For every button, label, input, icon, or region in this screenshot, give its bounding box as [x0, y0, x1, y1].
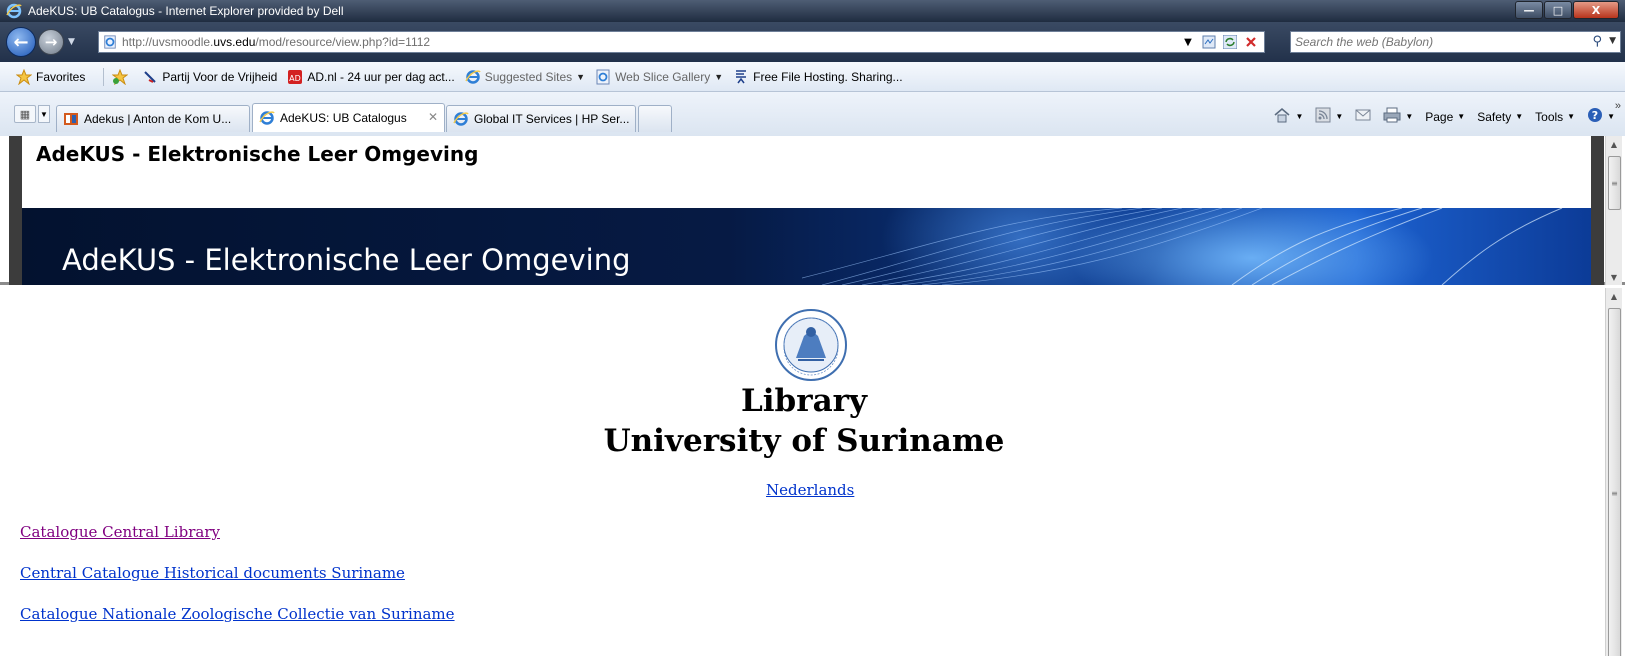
home-button[interactable]: ▼: [1273, 107, 1303, 126]
rss-feed-icon: [1315, 107, 1331, 126]
favorite-link-ad[interactable]: AD AD.nl - 24 uur per dag act...: [287, 69, 455, 85]
page-icon: [102, 34, 118, 50]
compatibility-view-icon[interactable]: [1200, 34, 1218, 50]
chevron-down-icon: ▼: [1295, 112, 1304, 121]
svg-text:AD: AD: [289, 74, 301, 83]
scroll-thumb[interactable]: ≡: [1608, 308, 1621, 656]
toolbar-separator: [103, 67, 105, 86]
new-tab-button[interactable]: [638, 105, 672, 132]
printer-icon: [1383, 107, 1401, 126]
forward-button[interactable]: →: [38, 29, 64, 55]
search-icon[interactable]: ⚲: [1592, 34, 1602, 49]
feeds-button[interactable]: ▼: [1315, 107, 1343, 126]
pvv-icon: [142, 69, 158, 85]
banner-title: AdeKUS - Elektronische Leer Omgeving: [62, 243, 631, 277]
chevron-down-icon: ▼: [576, 71, 586, 82]
url-text: http://uvsmoodle.uvs.edu/mod/resource/vi…: [122, 35, 431, 49]
library-title: Library: [740, 383, 867, 419]
link-catalogue-zoologische-collectie[interactable]: Catalogue Nationale Zoologische Collecti…: [20, 605, 455, 623]
language-link-nederlands[interactable]: Nederlands: [766, 481, 854, 499]
safety-menu-button[interactable]: Safety ▼: [1477, 110, 1523, 124]
help-icon: ?: [1587, 107, 1603, 126]
window-controls: — □ X: [1515, 1, 1619, 19]
site-heading: AdeKUS - Elektronische Leer Omgeving: [36, 142, 479, 166]
add-favorite-icon: [112, 68, 129, 85]
link-catalogue-central-library[interactable]: Catalogue Central Library: [20, 523, 220, 541]
chevron-down-icon: ▼: [1405, 112, 1414, 121]
close-tab-icon[interactable]: ✕: [428, 110, 438, 124]
top-frame: AdeKUS - Elektronische Leer Omgeving Ade…: [0, 136, 1625, 285]
chevron-down-icon: ▼: [714, 71, 724, 82]
chevron-down-icon: ▼: [1457, 112, 1466, 121]
favorite-link-pvv[interactable]: Partij Voor de Vrijheid: [142, 69, 277, 85]
university-title: University of Suriname: [603, 423, 1005, 459]
chevron-down-icon: ▼: [1515, 112, 1524, 121]
favorites-bar: Favorites Partij Voor de Vrijheid AD AD.…: [0, 62, 1625, 92]
top-frame-scrollbar[interactable]: ▲ ≡ ▼: [1605, 136, 1622, 285]
favorite-web-slice-gallery[interactable]: Web Slice Gallery ▼: [595, 69, 723, 85]
window-title-bar: AdeKUS: UB Catalogus - Internet Explorer…: [0, 0, 1625, 22]
read-mail-button[interactable]: [1355, 108, 1371, 125]
scroll-thumb[interactable]: ≡: [1608, 156, 1621, 210]
tab-adekus[interactable]: Adekus | Anton de Kom U...: [56, 105, 250, 132]
back-button[interactable]: ←: [6, 27, 36, 57]
favorite-suggested-sites[interactable]: Suggested Sites ▼: [465, 69, 585, 85]
more-commands-chevron-icon[interactable]: »: [1615, 100, 1621, 112]
help-button[interactable]: ? ▼: [1587, 107, 1615, 126]
window-title: AdeKUS: UB Catalogus - Internet Explorer…: [28, 4, 344, 18]
ie-logo-icon: [6, 3, 22, 19]
main-frame-scrollbar[interactable]: ▲ ≡: [1605, 288, 1622, 656]
search-options-dropdown-icon[interactable]: ▼: [1609, 36, 1616, 46]
quick-tabs-icon[interactable]: ▦: [14, 105, 36, 123]
maximize-button[interactable]: □: [1544, 1, 1572, 19]
scroll-up-arrow-icon[interactable]: ▲: [1606, 288, 1622, 304]
tab-hp-services[interactable]: Global IT Services | HP Ser...: [446, 105, 636, 132]
ie-icon: [465, 69, 481, 85]
svg-text:?: ?: [1592, 109, 1598, 122]
quick-tabs: ▦ ▼: [14, 105, 50, 123]
page-menu-button[interactable]: Page ▼: [1425, 110, 1465, 124]
minimize-button[interactable]: —: [1515, 1, 1543, 19]
refresh-icon[interactable]: [1221, 34, 1239, 50]
print-button[interactable]: ▼: [1383, 107, 1413, 126]
site-favicon-icon: [63, 111, 79, 127]
address-tools: ▼: [1176, 34, 1260, 50]
webslice-icon: [595, 69, 611, 85]
favorites-button[interactable]: Favorites: [16, 68, 85, 85]
chevron-down-icon: ▼: [1607, 112, 1615, 121]
filehost-icon: [733, 69, 749, 85]
banner-swoosh-graphic: [802, 208, 1563, 285]
ie-icon: [259, 110, 275, 126]
history-dropdown-icon[interactable]: ▼: [68, 37, 75, 47]
address-dropdown-icon[interactable]: ▼: [1179, 34, 1197, 50]
mail-icon: [1355, 108, 1371, 125]
favorite-free-file-hosting[interactable]: Free File Hosting. Sharing...: [733, 69, 903, 85]
navigation-bar: ← → ▼ http://uvsmoodle.uvs.edu/mod/resou…: [0, 22, 1625, 62]
tab-ub-catalogus[interactable]: AdeKUS: UB Catalogus ✕: [252, 103, 445, 132]
address-bar[interactable]: http://uvsmoodle.uvs.edu/mod/resource/vi…: [98, 31, 1265, 53]
main-frame: Library University of Suriname Nederland…: [0, 288, 1625, 656]
close-window-button[interactable]: X: [1573, 1, 1619, 19]
chevron-down-icon: ▼: [1567, 112, 1576, 121]
scroll-down-arrow-icon[interactable]: ▼: [1606, 269, 1622, 285]
link-central-catalogue-historical[interactable]: Central Catalogue Historical documents S…: [20, 564, 405, 582]
search-box[interactable]: ⚲ ▼: [1290, 31, 1621, 53]
stop-icon[interactable]: [1242, 34, 1260, 50]
frame-border-right: [1591, 136, 1604, 285]
star-icon: [16, 68, 32, 85]
frame-border-left: [9, 136, 22, 285]
site-banner: AdeKUS - Elektronische Leer Omgeving: [22, 208, 1591, 285]
home-icon: [1273, 107, 1291, 126]
tab-list-dropdown-icon[interactable]: ▼: [38, 105, 50, 123]
university-seal-logo: [775, 309, 847, 381]
command-bar: ▼ ▼ ▼ Page ▼ Safety ▼ Tools ▼ ? ▼: [1261, 107, 1615, 126]
search-input[interactable]: [1295, 35, 1555, 49]
add-to-favorites-bar-button[interactable]: [112, 68, 132, 85]
tools-menu-button[interactable]: Tools ▼: [1535, 110, 1575, 124]
tab-bar: ▦ ▼ Adekus | Anton de Kom U... AdeKUS: U…: [0, 92, 1625, 136]
ad-icon: AD: [287, 69, 303, 85]
ie-icon: [453, 111, 469, 127]
scroll-up-arrow-icon[interactable]: ▲: [1606, 136, 1622, 152]
chevron-down-icon: ▼: [1335, 112, 1344, 121]
